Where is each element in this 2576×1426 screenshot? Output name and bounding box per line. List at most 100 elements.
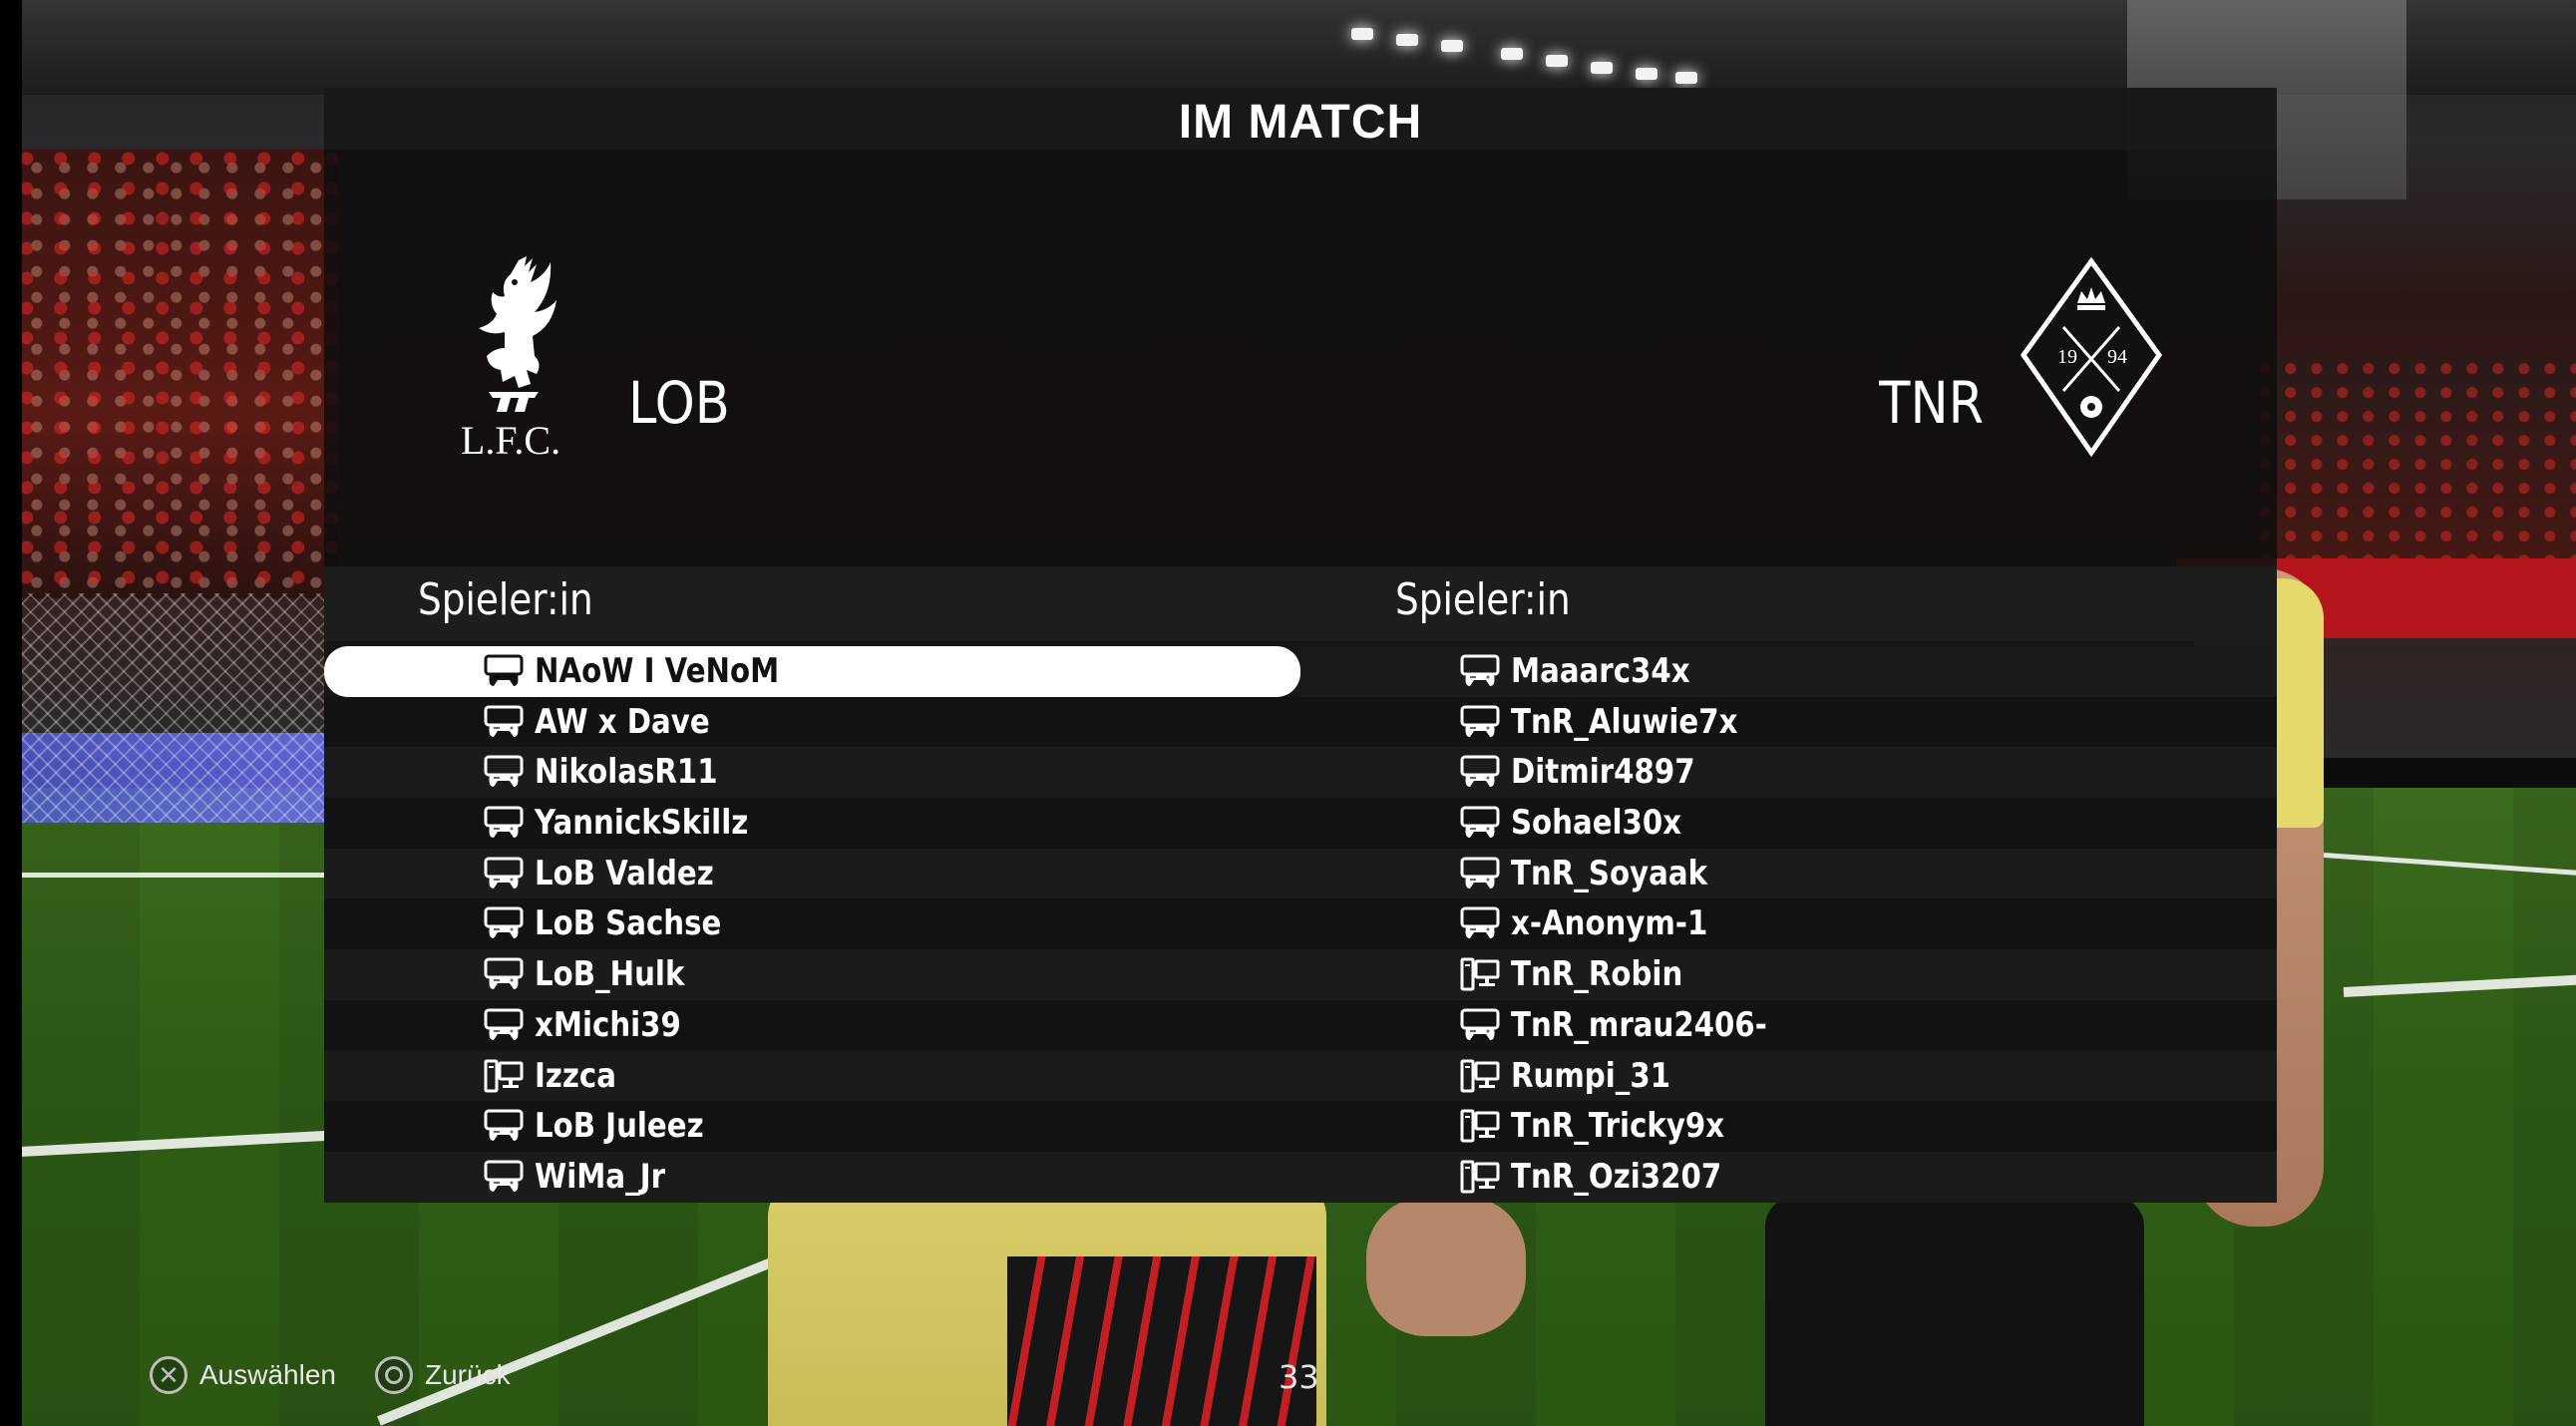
player-row[interactable]: LoB_Hulk	[324, 949, 1300, 1000]
player-name: TnR_Robin	[1511, 954, 1683, 995]
player-row[interactable]: x-Anonym-1	[1300, 898, 2277, 950]
player-lists: Spieler:in NAoW I VeNoM AW x Dave NikolasR…	[324, 566, 2277, 1203]
player-row[interactable]: LoB Juleez	[324, 1101, 1300, 1152]
player-row[interactable]: Ditmir4897	[1300, 747, 2277, 799]
floodlight	[1351, 28, 1373, 40]
page-title: IM MATCH	[1178, 96, 1423, 149]
controller-icon	[1460, 806, 1500, 840]
player-row[interactable]: WiMa_Jr	[324, 1151, 1300, 1203]
column-header-label: Spieler:in	[418, 574, 593, 625]
player-name: TnR_mrau2406-	[1511, 1004, 1767, 1045]
player-row[interactable]: LoB Sachse	[324, 898, 1300, 950]
counter: 33	[1279, 1358, 1319, 1396]
player-row[interactable]: TnR_Ozi3207	[1300, 1151, 2277, 1203]
floodlight	[1675, 72, 1697, 84]
liverbird-crest-icon: L.F.C.	[461, 256, 560, 462]
floodlight	[1636, 68, 1657, 80]
player-row[interactable]: Maaarc34x	[1300, 646, 2277, 697]
player-row[interactable]: TnR_Soyaak	[1300, 848, 2277, 899]
controller-icon	[1460, 755, 1500, 789]
away-player-column: Spieler:in Maaarc34x TnR_Aluwie7x Ditmir48…	[1300, 566, 2277, 1203]
player-name: TnR_Aluwie7x	[1511, 701, 1738, 742]
player-row[interactable]: LoB Valdez	[324, 848, 1300, 899]
player-name: TnR_Tricky9x	[1511, 1106, 1725, 1147]
player-name: Rumpi_31	[1511, 1055, 1671, 1096]
player-arm	[1366, 1197, 1526, 1336]
player-row[interactable]: xMichi39	[324, 999, 1300, 1051]
player-row[interactable]: TnR_mrau2406-	[1300, 999, 2277, 1051]
player-name: TnR_Soyaak	[1511, 853, 1708, 893]
player-name: LoB Juleez	[535, 1106, 704, 1147]
back-label: Zurück	[425, 1359, 511, 1390]
controller-icon	[1460, 654, 1500, 688]
player-shorts	[1007, 1256, 1316, 1426]
controller-icon	[484, 806, 524, 840]
pc-icon	[1460, 1160, 1500, 1194]
player-row[interactable]: NAoW I VeNoM	[324, 646, 1300, 697]
pc-icon	[1460, 1109, 1500, 1143]
controller-icon	[484, 755, 524, 789]
player-row[interactable]: TnR_Robin	[1300, 949, 2277, 1000]
player-name: LoB Valdez	[535, 853, 714, 893]
goal-net	[20, 593, 329, 823]
floodlight	[1546, 55, 1568, 67]
controller-icon	[484, 857, 524, 891]
select-label: Auswählen	[199, 1359, 336, 1390]
screen-edge	[0, 0, 22, 1426]
home-player-column: Spieler:in NAoW I VeNoM AW x Dave NikolasR…	[324, 566, 1300, 1203]
away-team-name: TNR	[1879, 369, 1985, 437]
pc-icon	[1460, 957, 1500, 991]
away-player-list: Maaarc34x TnR_Aluwie7x Ditmir4897 Sohael30x…	[1300, 646, 2277, 1203]
player-row[interactable]: Izzca	[324, 1050, 1300, 1102]
player-name: NAoW I VeNoM	[535, 651, 780, 691]
player-name: Maaarc34x	[1511, 651, 1690, 691]
player-name: xMichi39	[535, 1004, 681, 1045]
player-name: WiMa_Jr	[535, 1156, 666, 1197]
select-button[interactable]: ✕ Auswählen	[150, 1353, 336, 1397]
match-lineup-panel: IM MATCH L.F.C. LOB TNR 19 94 Spieler:in…	[324, 88, 2277, 1203]
diamond-crest-icon: 19 94	[2020, 257, 2163, 457]
player-row[interactable]: Rumpi_31	[1300, 1050, 2277, 1102]
crowd	[20, 150, 339, 598]
player-name: AW x Dave	[535, 701, 710, 742]
column-header-label: Spieler:in	[1395, 574, 1571, 625]
player-name: NikolasR11	[535, 752, 718, 793]
crest-text: L.F.C.	[461, 418, 560, 462]
player-row[interactable]: NikolasR11	[324, 747, 1300, 799]
player-row[interactable]: YannickSkillz	[324, 798, 1300, 849]
player-name: Sohael30x	[1511, 803, 1682, 844]
controller-icon	[484, 957, 524, 991]
controller-icon	[484, 705, 524, 739]
player-row[interactable]: TnR_Tricky9x	[1300, 1101, 2277, 1152]
controller-icon	[1460, 857, 1500, 891]
player-row[interactable]: AW x Dave	[324, 696, 1300, 748]
controller-icon	[484, 654, 524, 688]
pc-icon	[1460, 1059, 1500, 1093]
player-row[interactable]: Sohael30x	[1300, 798, 2277, 849]
player-name: LoB Sachse	[535, 903, 722, 944]
floodlight	[1396, 34, 1418, 46]
teams-header: IM MATCH L.F.C. LOB TNR 19 94	[324, 88, 2277, 566]
controller-icon	[484, 1109, 524, 1143]
player-name: Ditmir4897	[1511, 752, 1695, 793]
home-player-list: NAoW I VeNoM AW x Dave NikolasR11 YannickSk…	[324, 646, 1300, 1203]
pitch-line	[20, 873, 329, 878]
floodlight	[1441, 40, 1463, 52]
player-name: YannickSkillz	[535, 803, 749, 844]
home-team-name: LOB	[628, 369, 730, 437]
column-header: Spieler:in	[324, 566, 1300, 641]
controller-icon	[1460, 906, 1500, 940]
player-shorts	[1765, 1197, 2144, 1426]
player-name: TnR_Ozi3207	[1511, 1156, 1722, 1197]
controller-icon	[484, 906, 524, 940]
controller-icon	[484, 1160, 524, 1194]
player-row[interactable]: TnR_Aluwie7x	[1300, 696, 2277, 748]
player-name: x-Anonym-1	[1511, 903, 1708, 944]
cross-button-icon: ✕	[150, 1356, 187, 1394]
controller-icon	[484, 1008, 524, 1042]
crest-year-left: 19	[2057, 346, 2077, 368]
floodlight	[1501, 48, 1523, 60]
crest-year-right: 94	[2107, 346, 2127, 368]
controller-icon	[1460, 1008, 1500, 1042]
back-button[interactable]: Zurück	[375, 1353, 511, 1397]
